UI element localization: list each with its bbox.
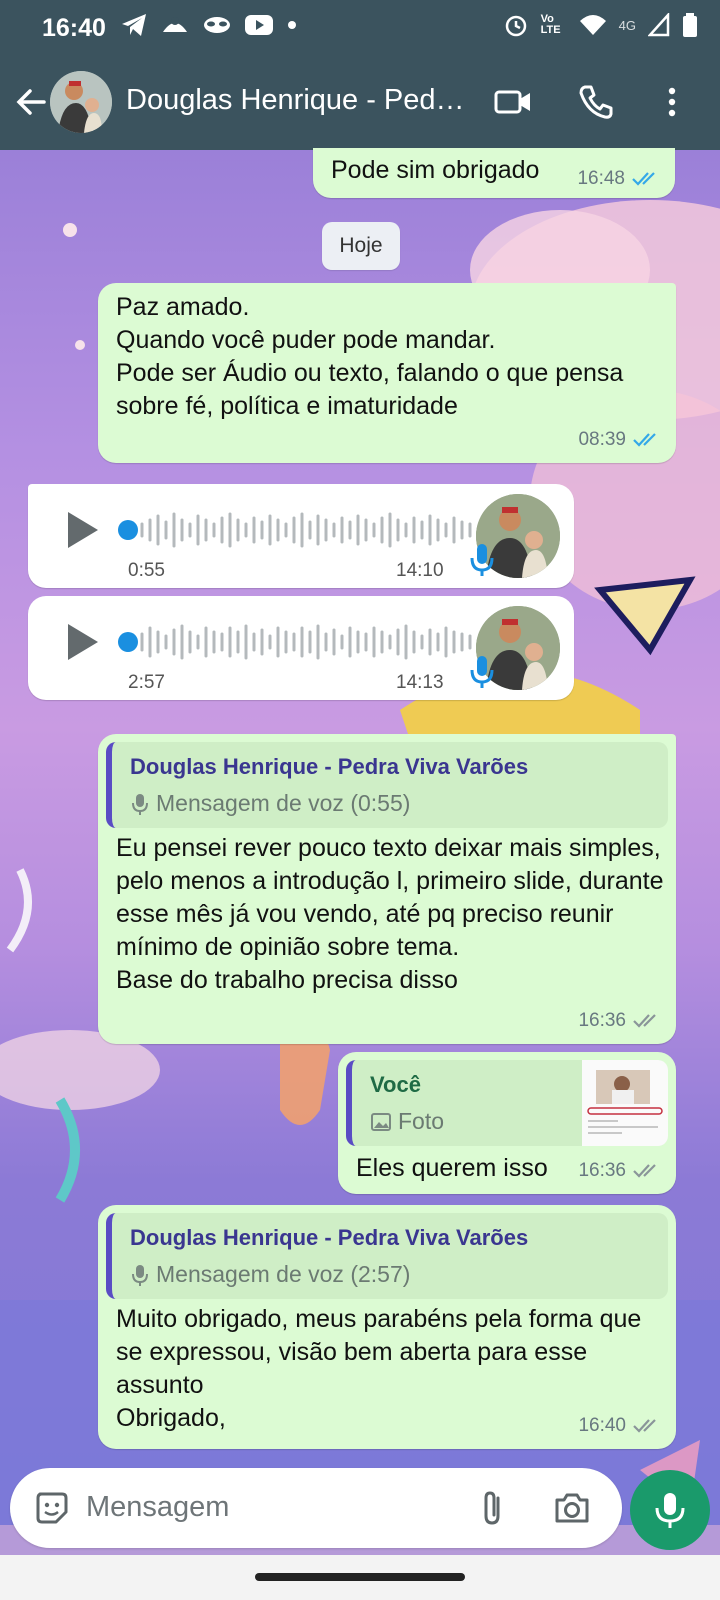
- microphone-icon: [132, 1264, 148, 1286]
- voice-progress-handle[interactable]: [118, 520, 138, 540]
- app-icon: [163, 17, 187, 32]
- quoted-preview-text: Foto: [398, 1108, 445, 1134]
- home-gesture-handle[interactable]: [255, 1573, 465, 1581]
- microphone-icon: [470, 656, 494, 688]
- double-tick-icon: [633, 433, 656, 447]
- voice-waveform[interactable]: [140, 510, 474, 550]
- double-tick-icon: [633, 1419, 656, 1433]
- double-tick-icon: [633, 1014, 656, 1028]
- quoted-author: Douglas Henrique - Pedra Viva Varões: [130, 754, 529, 779]
- voice-duration: 0:55: [128, 560, 165, 581]
- voice-progress-handle[interactable]: [118, 632, 138, 652]
- network-label: 4G: [618, 17, 636, 33]
- message-text: Paz amado. Quando você puder pode mandar…: [116, 293, 624, 420]
- message-bubble[interactable]: Paz amado. Quando você puder pode mandar…: [98, 283, 676, 463]
- camera-icon[interactable]: [552, 1488, 592, 1528]
- back-arrow-icon[interactable]: [12, 82, 52, 122]
- quoted-message[interactable]: Douglas Henrique - Pedra Viva Varões Men…: [106, 742, 668, 828]
- message-time: 14:13: [396, 672, 444, 693]
- play-icon[interactable]: [62, 620, 102, 664]
- date-separator: Hoje: [322, 222, 400, 270]
- battery-icon: [683, 13, 697, 37]
- message-input[interactable]: Mensagem: [86, 1491, 229, 1524]
- message-bubble[interactable]: Você Foto Eles querem isso 16:36: [338, 1052, 676, 1194]
- video-call-icon[interactable]: [493, 82, 533, 122]
- telegram-icon: [122, 14, 146, 36]
- microphone-icon: [132, 793, 148, 815]
- voice-message[interactable]: 0:55 14:10: [28, 484, 574, 588]
- message-time: 16:48: [577, 168, 625, 189]
- message-text: Pode sim obrigado: [331, 156, 540, 184]
- quoted-author: Você: [370, 1072, 421, 1097]
- double-tick-icon: [632, 172, 655, 186]
- alarm-icon: [505, 15, 526, 37]
- quoted-preview: Foto: [370, 1108, 444, 1135]
- chat-header: Douglas Henrique - Pedra Viva Varões: [0, 56, 720, 150]
- quoted-message[interactable]: Você Foto: [346, 1060, 668, 1146]
- photo-icon: [371, 1112, 391, 1131]
- voice-duration: 2:57: [128, 672, 165, 693]
- signal-icon: [648, 13, 670, 37]
- quoted-message[interactable]: Douglas Henrique - Pedra Viva Varões Men…: [106, 1213, 668, 1299]
- contact-avatar[interactable]: [50, 71, 112, 133]
- message-meta: 08:39: [578, 429, 662, 451]
- message-time: 08:39: [578, 429, 626, 450]
- sticker-icon[interactable]: [32, 1488, 72, 1528]
- more-options-icon[interactable]: [652, 82, 692, 122]
- quoted-author: Douglas Henrique - Pedra Viva Varões: [130, 1225, 529, 1250]
- system-icons: Vo LTE 4G: [503, 12, 698, 38]
- quoted-preview-text: Mensagem de voz (2:57): [156, 1261, 411, 1287]
- message-text: Eu pensei rever pouco texto deixar mais …: [116, 834, 664, 994]
- message-composer[interactable]: Mensagem: [10, 1468, 622, 1548]
- voice-waveform[interactable]: [140, 622, 474, 662]
- message-bubble[interactable]: Pode sim obrigado 16:48: [313, 148, 675, 198]
- quoted-preview-text: Mensagem de voz (0:55): [156, 790, 411, 816]
- dot-icon: [288, 21, 296, 29]
- message-bubble[interactable]: Douglas Henrique - Pedra Viva Varões Men…: [98, 1205, 676, 1449]
- attach-icon[interactable]: [472, 1488, 512, 1528]
- message-meta: 16:36: [578, 1010, 662, 1032]
- voice-record-button[interactable]: [630, 1470, 710, 1550]
- notification-icons: [120, 12, 298, 38]
- status-time: 16:40: [42, 14, 106, 42]
- wifi-icon: [579, 15, 606, 35]
- status-bar: 16:40 Vo LTE 4G: [0, 0, 720, 56]
- contact-name[interactable]: Douglas Henrique - Pedra Viva Varões: [126, 84, 471, 117]
- quoted-preview: Mensagem de voz (2:57): [130, 1261, 410, 1288]
- play-icon[interactable]: [62, 508, 102, 552]
- message-time: 16:36: [578, 1010, 626, 1031]
- microphone-icon: [470, 544, 494, 576]
- message-meta: 16:36: [578, 1160, 662, 1182]
- system-navigation-bar: [0, 1555, 720, 1600]
- double-tick-icon: [633, 1164, 656, 1178]
- mask-icon: [204, 17, 230, 33]
- message-meta: 16:40: [578, 1415, 662, 1437]
- message-bubble[interactable]: Douglas Henrique - Pedra Viva Varões Men…: [98, 734, 676, 1044]
- message-time: 16:40: [578, 1415, 626, 1436]
- message-text: Eles querem isso: [356, 1154, 548, 1182]
- message-time: 14:10: [396, 560, 444, 581]
- quoted-photo-thumbnail: [582, 1060, 668, 1146]
- volte-label: Vo LTE: [540, 13, 561, 36]
- message-meta: 16:48: [577, 168, 661, 190]
- quoted-preview: Mensagem de voz (0:55): [130, 790, 410, 817]
- microphone-icon: [655, 1493, 685, 1528]
- message-time: 16:36: [578, 1160, 626, 1181]
- youtube-icon: [245, 15, 273, 35]
- voice-message[interactable]: 2:57 14:13: [28, 596, 574, 700]
- voice-call-icon[interactable]: [576, 82, 616, 122]
